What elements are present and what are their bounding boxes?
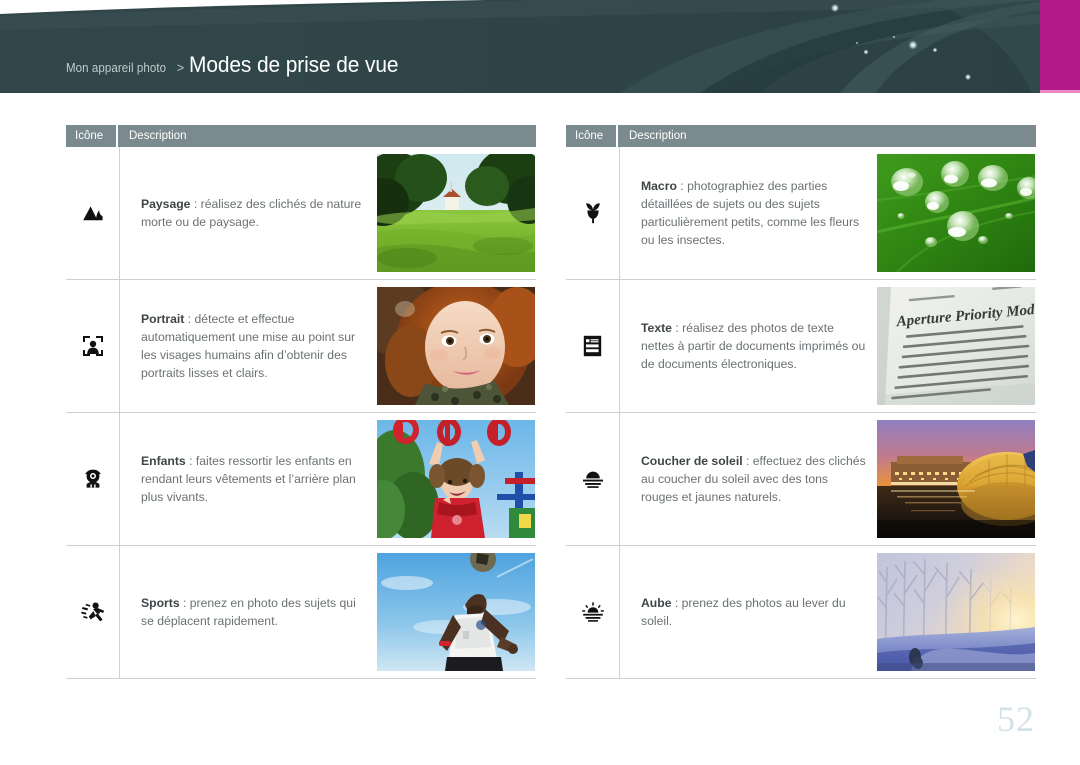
description-cell: Paysage : réalisez des clichés de nature… — [120, 147, 536, 279]
icon-cell — [66, 546, 120, 678]
sports-runner-icon — [80, 602, 104, 622]
text-document-icon — [583, 335, 602, 357]
mode-separator: : — [179, 595, 190, 610]
macro-flower-icon — [585, 203, 600, 224]
description-cell: Sports : prenez en photo des sujets qui … — [120, 546, 536, 678]
mode-description: Paysage : réalisez des clichés de nature… — [120, 195, 372, 231]
mode-separator: : — [742, 453, 753, 468]
icon-cell — [566, 546, 620, 678]
mode-separator: : — [671, 320, 683, 335]
children-icon — [84, 469, 101, 488]
description-cell: Enfants : faites ressortir les enfants e… — [120, 413, 536, 545]
left-header-icon-column: Icône — [66, 125, 118, 147]
mode-description: Enfants : faites ressortir les enfants e… — [120, 452, 372, 507]
mode-description: Macro : photographiez des parties détail… — [620, 177, 872, 250]
table-row: Coucher de soleil : effectuez des cliché… — [566, 413, 1036, 546]
page-number: 52 — [997, 699, 1035, 739]
description-cell: Portrait : détecte et effectue automatiq… — [120, 280, 536, 412]
icon-cell — [566, 147, 620, 279]
left-table-header-row: Icône Description — [66, 125, 536, 147]
right-header-icon-column: Icône — [566, 125, 618, 147]
children-playground-photo — [377, 420, 535, 538]
portrait-girl-photo — [377, 287, 535, 405]
mode-separator: : — [184, 311, 195, 326]
sunset-icon — [582, 471, 603, 488]
icon-cell — [66, 147, 120, 279]
banner-accent-underline — [1040, 90, 1080, 93]
mode-term: Sports — [141, 595, 180, 610]
description-cell: Macro : photographiez des parties détail… — [620, 147, 1036, 279]
dawn-icon — [581, 602, 604, 622]
sunset-city-photo — [877, 420, 1035, 538]
portrait-face-detect-icon — [82, 336, 103, 356]
mode-description: Texte : réalisez des photos de texte net… — [620, 319, 872, 374]
mode-term: Coucher de soleil — [641, 453, 743, 468]
text-book-page-photo: Aperture Priority Mode — [877, 287, 1035, 405]
mode-description: Aube : prenez des photos au lever du sol… — [620, 594, 872, 630]
banner-decorative-artwork — [0, 0, 1080, 93]
icon-cell — [566, 413, 620, 545]
right-table-header-row: Icône Description — [566, 125, 1036, 147]
icon-cell — [66, 413, 120, 545]
left-modes-table: Icône Description Paysage : réalisez des… — [66, 125, 536, 679]
dawn-winter-trees-photo — [877, 553, 1035, 671]
mode-term: Paysage — [141, 196, 191, 211]
table-row: Enfants : faites ressortir les enfants e… — [66, 413, 536, 546]
right-header-description-column: Description — [629, 130, 687, 142]
landscape-park-photo — [377, 154, 535, 272]
banner-accent-block — [1040, 0, 1080, 90]
mode-separator: : — [671, 595, 682, 610]
page-title: Modes de prise de vue — [189, 52, 399, 77]
breadcrumb-parent[interactable]: Mon appareil photo — [66, 61, 166, 75]
page-header-banner: Mon appareil photo > Modes de prise de v… — [0, 0, 1080, 93]
table-row: Sports : prenez en photo des sujets qui … — [66, 546, 536, 679]
mode-term: Enfants — [141, 453, 186, 468]
description-cell: Texte : réalisez des photos de texte net… — [620, 280, 1036, 412]
breadcrumb: Mon appareil photo > Modes de prise de v… — [66, 52, 410, 78]
mode-separator: : — [190, 196, 201, 211]
icon-cell — [566, 280, 620, 412]
right-modes-table: Icône Description Macro : photographiez … — [566, 125, 1036, 679]
description-cell: Aube : prenez des photos au lever du sol… — [620, 546, 1036, 678]
breadcrumb-separator: > — [176, 61, 185, 75]
mode-term: Portrait — [141, 311, 185, 326]
sports-football-photo — [377, 553, 535, 671]
icon-cell — [66, 280, 120, 412]
table-row: Macro : photographiez des parties détail… — [566, 147, 1036, 280]
description-cell: Coucher de soleil : effectuez des cliché… — [620, 413, 1036, 545]
table-row: Paysage : réalisez des clichés de nature… — [66, 147, 536, 280]
mode-term: Aube — [641, 595, 672, 610]
mode-description: Coucher de soleil : effectuez des cliché… — [620, 452, 872, 507]
left-header-description-column: Description — [129, 130, 187, 142]
mode-term: Texte — [641, 320, 672, 335]
mode-term: Macro — [641, 178, 677, 193]
mode-separator: : — [676, 178, 688, 193]
mode-description: Portrait : détecte et effectue automatiq… — [120, 310, 372, 383]
table-row: Portrait : détecte et effectue automatiq… — [66, 280, 536, 413]
macro-water-drops-photo — [877, 154, 1035, 272]
landscape-icon — [82, 206, 103, 221]
table-row: Texte : réalisez des photos de texte net… — [566, 280, 1036, 413]
mode-description: Sports : prenez en photo des sujets qui … — [120, 594, 372, 630]
table-row: Aube : prenez des photos au lever du sol… — [566, 546, 1036, 679]
mode-separator: : — [185, 453, 196, 468]
